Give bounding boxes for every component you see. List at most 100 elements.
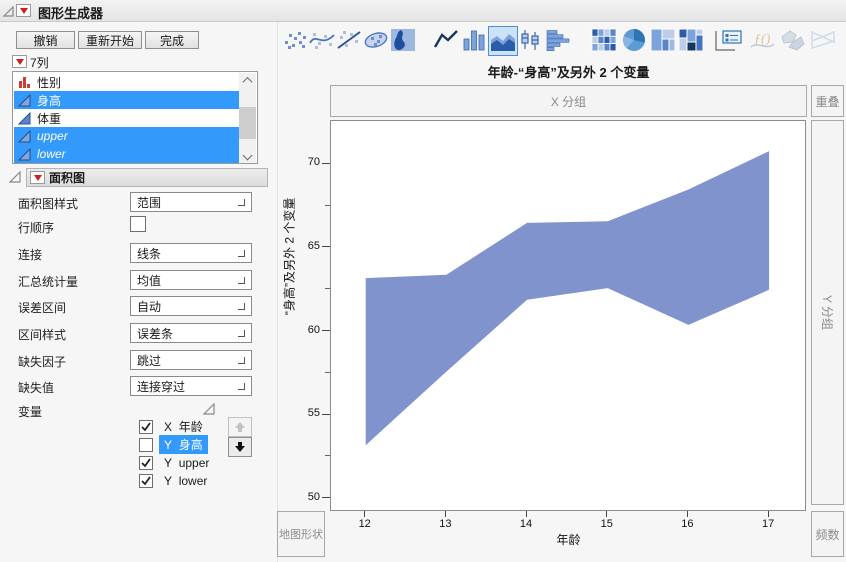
chevron-down-icon — [238, 357, 245, 364]
checkbox-checked-icon[interactable] — [139, 419, 153, 434]
box-plot-icon[interactable] — [517, 27, 543, 53]
variable-row-y-upper[interactable]: Y upper — [139, 454, 214, 471]
x-tick-label: 13 — [439, 518, 452, 530]
caption-box-icon[interactable] — [710, 27, 750, 55]
scroll-up-icon[interactable] — [239, 73, 256, 88]
smoother-icon[interactable] — [309, 27, 335, 53]
line-of-fit-icon[interactable] — [336, 27, 362, 53]
column-item-gender[interactable]: 性别 — [14, 73, 241, 91]
x-tick-mark — [767, 511, 769, 517]
chevron-down-icon — [238, 303, 245, 310]
range-band — [365, 151, 770, 446]
mosaic-icon[interactable] — [678, 27, 704, 53]
column-label: 性别 — [37, 75, 62, 90]
y-minor-tick-mark — [325, 371, 330, 373]
column-label: 体重 — [37, 111, 62, 126]
summary-statistic-dropdown[interactable]: 均值 — [130, 270, 252, 290]
option-label: 变量 — [18, 405, 43, 419]
drop-zone-frequency[interactable]: 频数 — [811, 511, 844, 557]
row-order-checkbox[interactable] — [130, 216, 146, 232]
red-triangle-menu-icon[interactable] — [16, 4, 31, 17]
line-icon[interactable] — [433, 27, 459, 53]
columns-red-triangle-icon[interactable] — [12, 55, 27, 68]
done-button[interactable]: 完成 — [145, 31, 199, 49]
page-title: 图形生成器 — [38, 6, 104, 21]
contour-icon[interactable] — [390, 27, 416, 53]
ellipse-icon[interactable] — [363, 27, 389, 53]
column-item-upper[interactable]: upper — [14, 127, 241, 145]
treemap-icon[interactable] — [650, 27, 676, 53]
y-tick-mark — [322, 162, 330, 164]
section-red-triangle-icon[interactable] — [30, 171, 45, 184]
formula-icon: ƒ() — [749, 27, 776, 53]
nominal-column-icon — [18, 76, 31, 89]
error-interval-dropdown[interactable]: 自动 — [130, 296, 252, 316]
variable-row-y-lower[interactable]: Y lower — [139, 472, 212, 489]
x-tick-mark — [364, 511, 366, 517]
scrollbar-thumb[interactable] — [239, 107, 256, 139]
column-label: lower — [37, 147, 66, 161]
chevron-down-icon — [238, 199, 245, 206]
histogram-icon[interactable] — [545, 27, 571, 53]
heatmap-icon[interactable] — [591, 27, 617, 53]
y-minor-tick-mark — [325, 288, 330, 290]
x-tick-label: 12 — [358, 518, 371, 530]
scroll-down-icon[interactable] — [239, 148, 256, 163]
continuous-column-icon — [18, 93, 31, 107]
option-label: 汇总统计量 — [18, 275, 79, 289]
drop-zone-y-group[interactable]: Y 分组 — [811, 120, 844, 505]
parallel-plot-icon — [809, 27, 837, 53]
chevron-down-icon — [238, 383, 245, 390]
column-item-weight[interactable]: 体重 — [14, 109, 241, 127]
checkbox-checked-icon[interactable] — [139, 473, 153, 488]
missing-value-dropdown[interactable]: 连接穿过 — [130, 376, 252, 396]
missing-factor-dropdown[interactable]: 跳过 — [130, 350, 252, 370]
x-axis-title[interactable]: 年龄 — [330, 531, 807, 548]
area-style-dropdown[interactable]: 范围 — [130, 192, 252, 212]
plot-area[interactable] — [330, 120, 806, 511]
x-tick-mark — [686, 511, 688, 517]
points-icon[interactable] — [282, 27, 308, 53]
pie-icon[interactable] — [621, 27, 647, 53]
svg-text:ƒ(): ƒ() — [754, 32, 771, 47]
drop-zone-overlay[interactable]: 重叠 — [811, 85, 844, 117]
disclosure-open-icon[interactable] — [3, 6, 14, 17]
x-tick-mark — [525, 511, 527, 517]
interval-style-dropdown[interactable]: 误差条 — [130, 323, 252, 343]
option-label: 面积图样式 — [18, 197, 79, 211]
y-tick-label: 55 — [307, 407, 320, 420]
checkbox-unchecked-icon[interactable] — [139, 437, 153, 452]
undo-button[interactable]: 撤销 — [16, 31, 75, 49]
variable-row-y-height[interactable]: Y 身高 — [139, 435, 208, 454]
section-disclosure-icon[interactable] — [9, 171, 21, 183]
option-label: 缺失因子 — [18, 355, 67, 369]
y-tick-mark — [322, 413, 330, 415]
option-label: 区间样式 — [18, 328, 67, 342]
column-item-lower[interactable]: lower — [14, 145, 241, 163]
restart-button[interactable]: 重新开始 — [78, 31, 142, 49]
section-title: 面积图 — [49, 171, 86, 185]
connect-dropdown[interactable]: 线条 — [130, 243, 252, 263]
variables-disclosure-icon[interactable] — [203, 403, 215, 415]
area-chart-section-header[interactable]: 面积图 — [26, 168, 268, 187]
move-up-icon — [228, 417, 252, 437]
chevron-down-icon — [238, 330, 245, 337]
drop-zone-map-shape[interactable]: 地图形状 — [277, 511, 325, 557]
move-down-icon[interactable] — [228, 437, 252, 457]
columns-list: 性别 身高 体重 upper lower — [12, 71, 258, 164]
chevron-down-icon — [238, 250, 245, 257]
graph-title[interactable]: 年龄-“身高”及另外 2 个变量 — [330, 62, 807, 81]
y-minor-tick-mark — [325, 455, 330, 457]
y-axis-title[interactable]: “身高”及另外 2 个变量 — [281, 198, 298, 315]
checkbox-checked-icon[interactable] — [139, 455, 153, 470]
option-label: 连接 — [18, 248, 43, 262]
area-icon[interactable] — [488, 26, 518, 56]
drop-zone-x-group[interactable]: X 分组 — [330, 85, 807, 117]
column-item-height[interactable]: 身高 — [14, 91, 241, 109]
variable-row-x-age[interactable]: X 年龄 — [139, 418, 208, 435]
area-band-chart — [365, 151, 770, 446]
bar-icon[interactable] — [461, 27, 487, 53]
option-label: 误差区间 — [18, 301, 67, 315]
panel-divider — [277, 22, 278, 562]
columns-scrollbar[interactable] — [239, 73, 256, 163]
